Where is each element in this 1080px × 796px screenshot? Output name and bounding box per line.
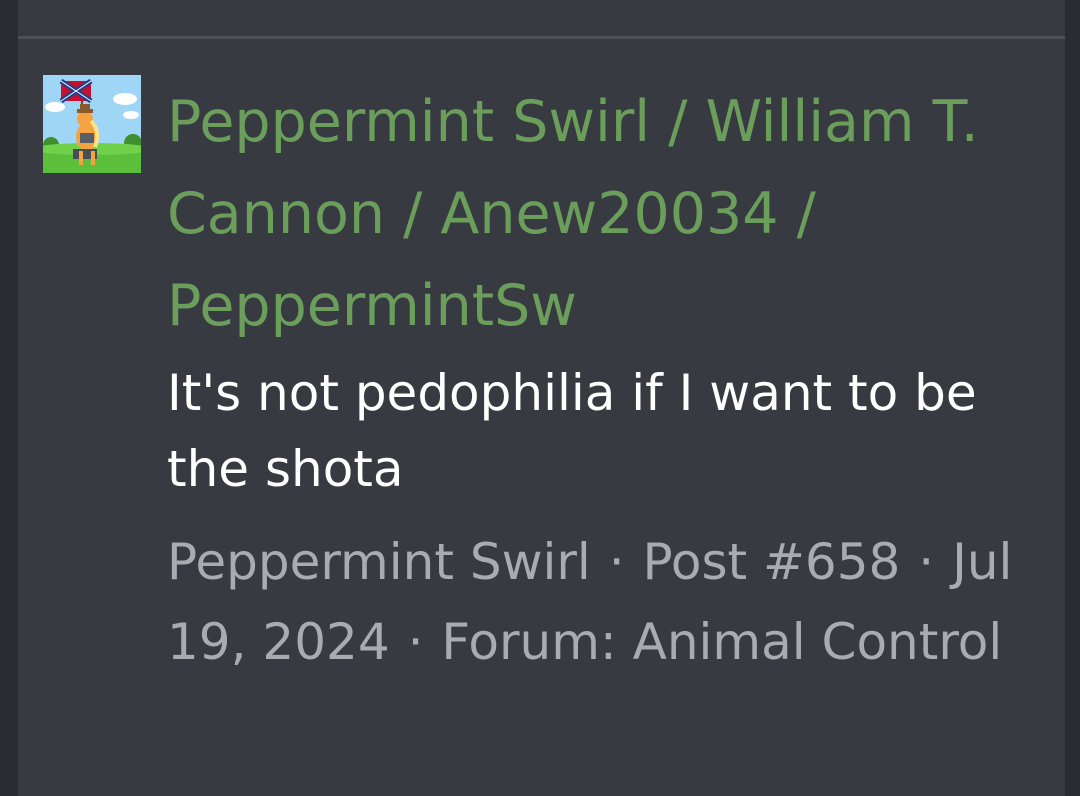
meta-separator: ·	[608, 533, 625, 591]
card-divider	[18, 36, 1065, 39]
post-author[interactable]: Peppermint Swirl	[167, 533, 591, 591]
post-meta: Peppermint Swirl · Post #658 · Jul 19, 2…	[167, 522, 1047, 682]
post-forum[interactable]: Forum: Animal Control	[441, 613, 1002, 671]
meta-separator: ·	[918, 533, 935, 591]
user-avatar[interactable]	[43, 75, 141, 173]
meta-separator: ·	[407, 613, 424, 671]
pony-with-flag-avatar-icon	[43, 75, 141, 173]
post-number: Post #658	[642, 533, 901, 591]
search-result-card[interactable]: Peppermint Swirl / William T. Cannon / A…	[18, 0, 1065, 796]
post-thread-title[interactable]: Peppermint Swirl / William T. Cannon / A…	[167, 76, 1047, 352]
post-snippet: It's not pedophilia if I want to be the …	[167, 364, 977, 498]
